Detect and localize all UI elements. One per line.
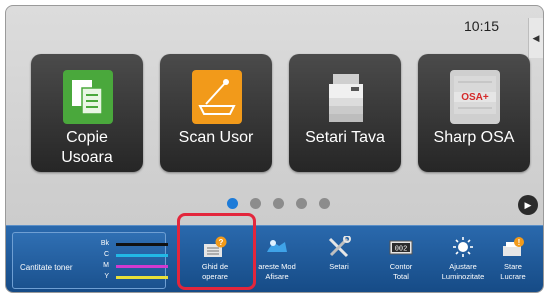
tile-copie-usoara[interactable]: Copie Usoara — [31, 54, 143, 172]
tile-scan-usor[interactable]: Scan Usor — [160, 54, 272, 172]
settings-button[interactable]: Setari — [310, 232, 368, 288]
scan-icon — [192, 70, 242, 124]
button-label: Stare Lucrare — [500, 262, 526, 281]
button-label: Contor Total — [389, 262, 413, 281]
page-dot-1[interactable] — [227, 198, 238, 209]
brightness-icon — [451, 236, 475, 258]
total-counter-button[interactable]: 002 Contor Total — [372, 232, 430, 288]
toner-key: C — [103, 251, 109, 258]
page-dot-2[interactable] — [250, 198, 261, 209]
clock: 10:15 — [464, 18, 500, 34]
copy-icon — [63, 70, 113, 124]
tile-label: Setari Tava — [305, 129, 385, 146]
job-status-icon: ! — [501, 236, 525, 258]
tile-label: Sharp OSA — [433, 129, 515, 146]
svg-text:OSA+: OSA+ — [461, 92, 489, 103]
job-status-button[interactable]: ! Stare Lucrare — [484, 232, 542, 288]
toner-row-m: M — [99, 262, 168, 271]
tile-label: Copie Usoara — [61, 129, 113, 166]
toner-row-y: Y — [99, 273, 168, 282]
toner-status-panel[interactable]: Cantitate toner Bk C M Y — [12, 232, 168, 289]
arrow-left-icon: ◀ — [532, 32, 540, 43]
tile-label: Scan Usor — [178, 129, 254, 146]
highlight-frame — [177, 213, 256, 290]
next-page-button[interactable]: ▶ — [518, 195, 538, 215]
tile-sharp-osa[interactable]: OSA+ Sharp OSA — [418, 54, 530, 172]
side-panel-tab[interactable]: ◀ — [528, 18, 543, 58]
toner-title: Cantitate toner — [20, 263, 73, 272]
button-label: areste Mod Afisare — [258, 262, 296, 281]
page-dot-5[interactable] — [319, 198, 330, 209]
touch-panel-screen: 10:15 ◀ Copie Usoara Scan Usor Setari Ta… — [5, 5, 544, 293]
toner-key: Y — [104, 273, 109, 280]
bottom-action-bar: Cantitate toner Bk C M Y ? Ghid de opera… — [6, 225, 543, 292]
toner-bar-bk — [116, 243, 168, 246]
page-indicator — [227, 198, 330, 209]
button-label: Setari — [329, 262, 349, 271]
toner-row-bk: Bk — [99, 240, 168, 249]
tile-setari-tava[interactable]: Setari Tava — [289, 54, 401, 172]
tools-icon — [327, 235, 351, 258]
counter-display-text: 002 — [395, 246, 408, 254]
display-mode-button[interactable]: areste Mod Afisare — [248, 232, 306, 288]
display-mode-icon — [265, 236, 289, 258]
play-arrow-icon: ▶ — [524, 199, 532, 210]
svg-text:!: ! — [518, 238, 521, 247]
sharp-osa-icon: OSA+ — [450, 70, 500, 124]
toner-bar-y — [116, 276, 168, 279]
printer-tray-icon — [321, 70, 371, 124]
page-dot-4[interactable] — [296, 198, 307, 209]
counter-icon: 002 — [389, 236, 413, 258]
toner-bar-m — [116, 265, 168, 268]
toner-key: M — [103, 262, 109, 269]
toner-row-c: C — [99, 251, 168, 260]
toner-bar-c — [116, 254, 168, 257]
toner-key: Bk — [100, 240, 109, 247]
page-dot-3[interactable] — [273, 198, 284, 209]
